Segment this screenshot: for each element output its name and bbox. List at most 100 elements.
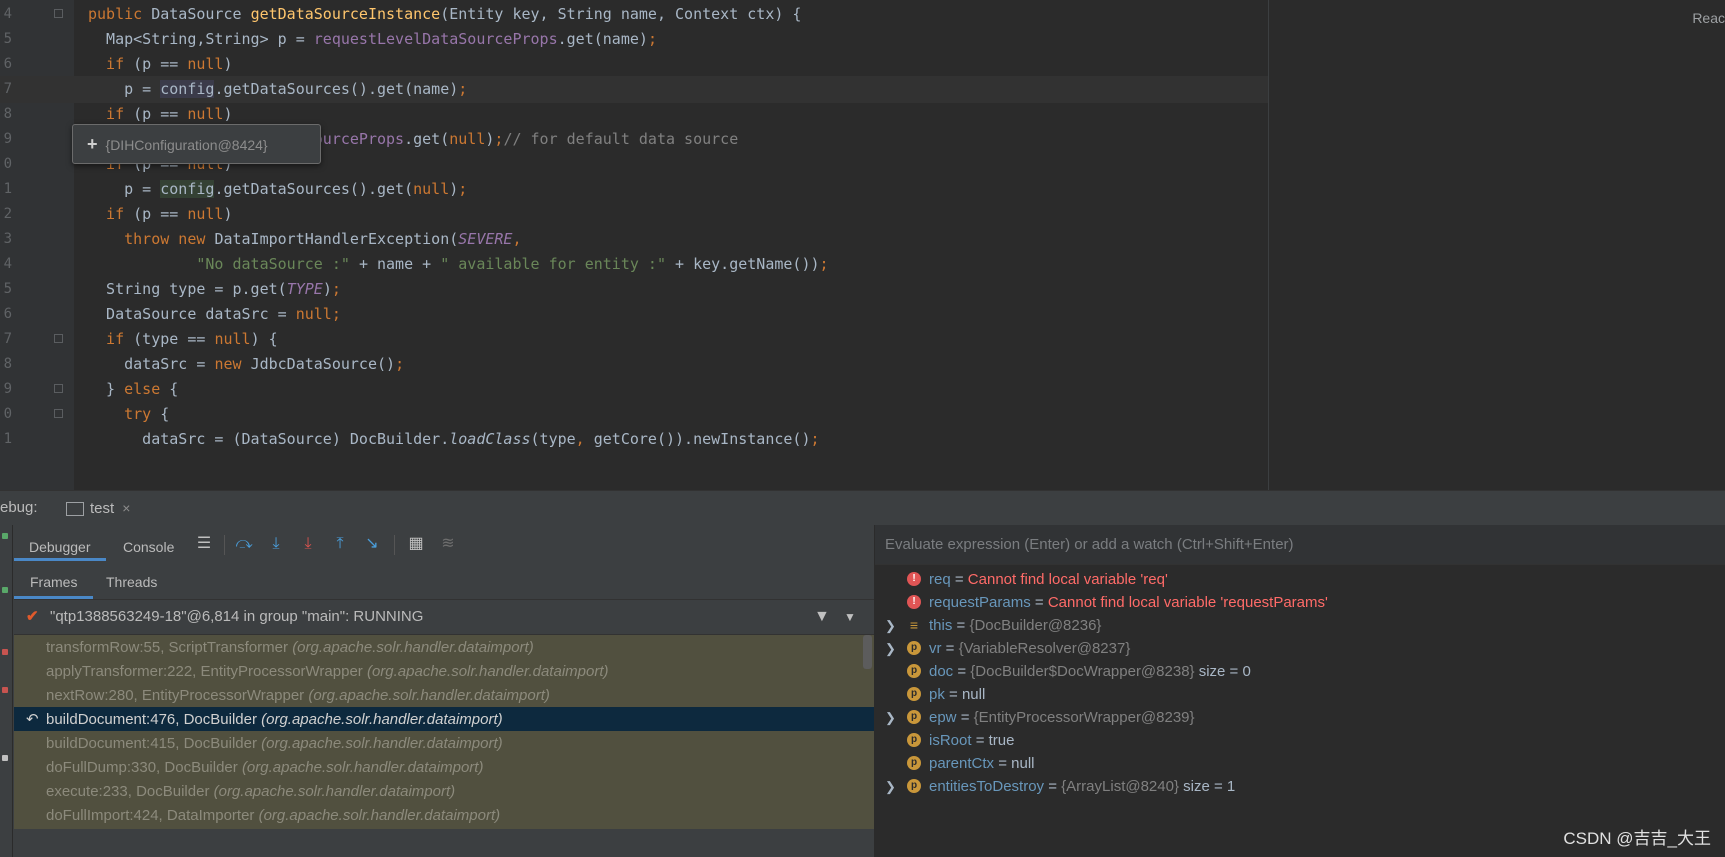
line-number[interactable]: 9 [0,126,12,153]
line-number[interactable]: 9 [0,376,12,403]
trace-icon[interactable]: ≋ [438,533,458,555]
code-line[interactable]: 1 p = config.getDataSources().get(null); [0,176,1268,203]
tab-frames[interactable]: Frames [14,565,94,599]
line-number[interactable]: 3 [0,226,12,253]
variable-row[interactable]: p pk = null [875,682,1725,707]
chevron-down-icon[interactable]: ▼ [844,600,856,634]
variable-row[interactable]: ❯ p entitiesToDestroy = {ArrayList@8240} s… [875,774,1725,799]
code-editor[interactable]: 4 public DataSource getDataSourceInstance… [0,0,1725,490]
variable-row[interactable]: p doc = {DocBuilder$DocWrapper@8238} size… [875,659,1725,684]
expand-chevron-icon[interactable]: ❯ [885,636,896,661]
frame-package: (org.apache.solr.handler.dataimport) [261,735,503,752]
code-line[interactable]: 6 if (p == null) [0,51,1268,78]
tab-threads[interactable]: Threads [90,565,173,599]
code-line[interactable]: 2 if (p == null) [0,201,1268,228]
variable-row[interactable]: p parentCtx = null [875,751,1725,776]
fold-icon[interactable] [54,9,63,18]
stack-frame[interactable]: applyTransformer:222, EntityProcessorWra… [14,659,874,685]
fold-icon[interactable] [54,384,63,393]
frame-package: (org.apache.solr.handler.dataimport) [292,639,534,656]
fold-icon[interactable] [54,334,63,343]
run-config-tab[interactable]: test × [60,491,136,525]
value-tooltip[interactable]: + {DIHConfiguration@8424} [72,124,321,164]
tab-console[interactable]: Console [108,533,189,561]
variable-row[interactable]: p isRoot = true [875,728,1725,753]
tab-debugger[interactable]: Debugger [14,533,106,561]
settings-icon[interactable] [2,755,8,761]
code-line[interactable]: 3 throw new DataImportHandlerException(S… [0,226,1268,253]
stop-icon[interactable] [2,649,8,655]
stack-frame[interactable]: buildDocument:415, DocBuilder (org.apach… [14,731,874,757]
view-breakpoints-icon[interactable] [2,687,8,693]
variable-row[interactable]: ❯ p epw = {EntityProcessorWrapper@8239} [875,705,1725,730]
code-line[interactable]: 1 dataSrc = (DataSource) DocBuilder.load… [0,426,1268,453]
line-number[interactable]: 5 [0,26,12,53]
code-line[interactable]: 6 DataSource dataSrc = null; [0,301,1268,328]
expand-chevron-icon[interactable]: ❯ [885,705,896,730]
parameter-icon: p [907,756,921,770]
variables-list[interactable]: ! req = Cannot find local variable 'req'!… [875,567,1725,857]
fold-icon[interactable] [54,409,63,418]
run-to-cursor-icon[interactable]: ↘ [362,533,382,555]
code-line[interactable]: 9 } else { [0,376,1268,403]
variable-row[interactable]: ❯ ≡ this = {DocBuilder@8236} [875,613,1725,638]
object-id: {ArrayList@8240} [1061,778,1179,795]
evaluate-expression-icon[interactable]: ▦ [406,533,426,555]
frames-scrollbar[interactable] [863,635,872,669]
variable-row[interactable]: ! requestParams = Cannot find local varia… [875,590,1725,615]
variable-name: parentCtx [929,755,995,772]
code-text: public DataSource getDataSourceInstance(… [88,5,802,23]
code-line[interactable]: 5 Map<String,String> p = requestLevelDat… [0,26,1268,53]
line-number[interactable]: 0 [0,401,12,428]
line-number[interactable]: 0 [0,151,12,178]
stack-frame[interactable]: nextRow:280, EntityProcessorWrapper (org… [14,683,874,709]
line-number[interactable]: 6 [0,301,12,328]
code-line[interactable]: 4 public DataSource getDataSourceInstance… [0,1,1268,28]
variable-value: true [988,732,1015,749]
stack-frame[interactable]: execute:233, DocBuilder (org.apache.solr… [14,779,874,805]
variable-row[interactable]: ! req = Cannot find local variable 'req' [875,567,1725,592]
step-into-icon[interactable]: ⤓ [266,533,286,555]
evaluate-input[interactable]: Evaluate expression (Enter) or add a wat… [875,525,1725,565]
stack-frame[interactable]: doFullDump:330, DocBuilder (org.apache.s… [14,755,874,781]
line-number[interactable]: 4 [0,1,12,28]
step-out-icon[interactable]: ⤒ [330,533,350,555]
code-line[interactable]: 0 try { [0,401,1268,428]
line-number[interactable]: 7 [0,326,12,353]
show-execution-point-icon[interactable]: ☰ [194,533,214,555]
resume-icon[interactable] [2,587,8,593]
reader-mode-label[interactable]: Reac [1692,10,1725,26]
line-number[interactable]: 1 [0,426,12,453]
expand-chevron-icon[interactable]: ❯ [885,613,896,638]
expand-plus-icon[interactable]: + [87,134,98,154]
force-step-into-icon[interactable]: ⤓ [298,533,318,555]
line-number[interactable]: 2 [0,201,12,228]
line-number[interactable]: 6 [0,51,12,78]
line-number[interactable]: 8 [0,101,12,128]
debugger-toolbar: Debugger Console ☰ ⤼ ⤓ ⤓ ⤒ ↘ ▦ ≋ [14,525,874,565]
rerun-icon[interactable] [2,533,8,539]
code-line[interactable]: 7 if (type == null) { [0,326,1268,353]
thread-selector[interactable]: ✔ "qtp1388563249-18"@6,814 in group "mai… [14,600,874,635]
code-line[interactable]: 5 String type = p.get(TYPE); [0,276,1268,303]
frame-method: applyTransformer:222, EntityProcessorWra… [46,663,367,680]
expand-chevron-icon[interactable]: ❯ [885,774,896,799]
error-icon: ! [907,595,921,609]
stack-frame[interactable]: transformRow:55, ScriptTransformer (org.… [14,635,874,661]
line-number[interactable]: 1 [0,176,12,203]
line-number[interactable]: 4 [0,251,12,278]
stack-frame[interactable]: ↶ buildDocument:476, DocBuilder (org.apac… [14,707,874,733]
close-tab-icon[interactable]: × [122,500,130,516]
stack-frame[interactable]: doFullImport:424, DataImporter (org.apac… [14,803,874,829]
line-number[interactable]: 5 [0,276,12,303]
line-number[interactable]: 7 [0,76,12,103]
frames-list[interactable]: transformRow:55, ScriptTransformer (org.… [14,635,874,857]
filter-icon[interactable]: ▼ [814,600,830,634]
code-line[interactable]: 4 "No dataSource :" + name + " available… [0,251,1268,278]
line-number[interactable]: 8 [0,351,12,378]
variable-row[interactable]: ❯ p vr = {VariableResolver@8237} [875,636,1725,661]
step-over-icon[interactable]: ⤼ [234,533,254,555]
parameter-icon: p [907,779,921,793]
code-line[interactable]: 7 p = config.getDataSources().get(name); [0,76,1268,103]
code-line[interactable]: 8 dataSrc = new JdbcDataSource(); [0,351,1268,378]
